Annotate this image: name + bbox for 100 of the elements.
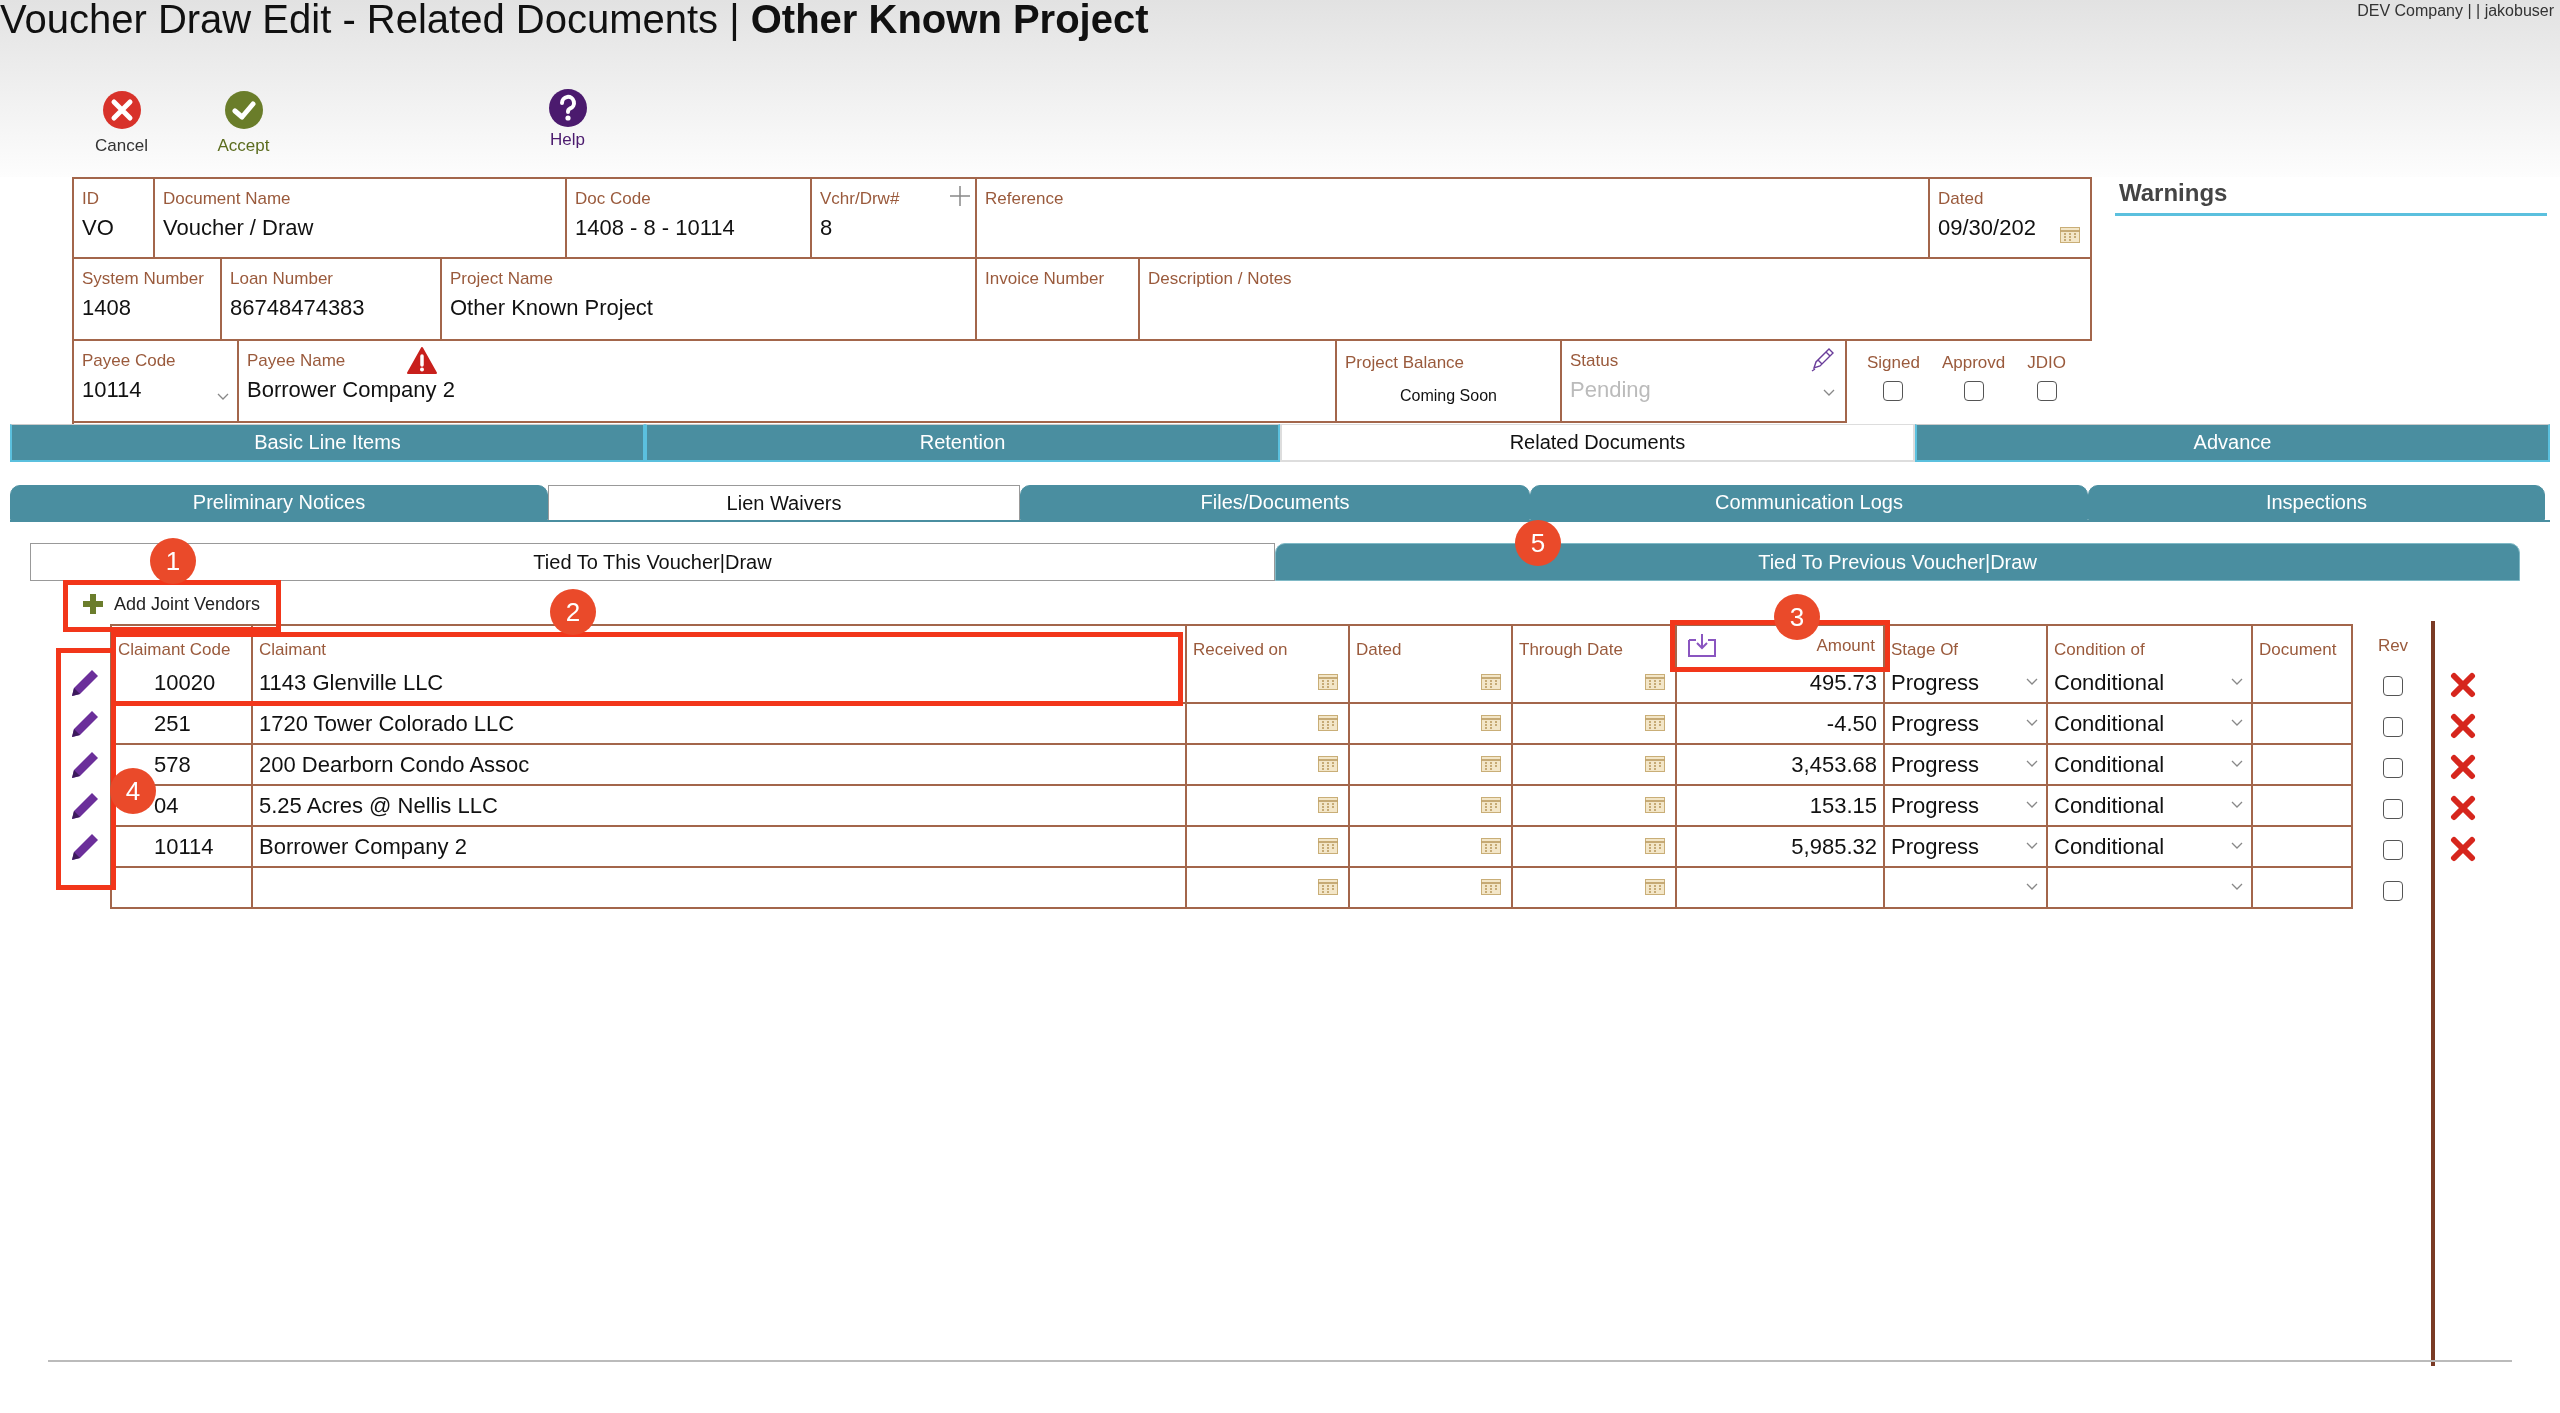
- calendar-icon: [1481, 756, 1501, 772]
- column-header: Document: [2259, 640, 2337, 660]
- field-value[interactable]: VO: [82, 215, 114, 241]
- dropdown[interactable]: Stage Of Progress: [1885, 624, 2048, 704]
- dropdown[interactable]: Condition of Conditional: [2048, 624, 2253, 704]
- help-button[interactable]: Help: [530, 88, 605, 150]
- date-field[interactable]: [1513, 745, 1677, 786]
- dropdown[interactable]: Progress: [1885, 704, 2048, 745]
- date-field[interactable]: [1350, 704, 1513, 745]
- field-value[interactable]: Voucher / Draw: [163, 215, 314, 241]
- calendar-icon: [1318, 674, 1338, 690]
- date-field[interactable]: [1187, 704, 1350, 745]
- dropdown[interactable]: Conditional: [2048, 745, 2253, 786]
- checkbox[interactable]: [1883, 381, 1904, 401]
- table-cell-text: 04: [154, 793, 180, 819]
- tab[interactable]: Retention: [645, 424, 1280, 462]
- checkbox[interactable]: [2383, 676, 2403, 696]
- field-value[interactable]: Borrower Company 2: [247, 377, 455, 403]
- checkbox-label: JDIO: [2027, 353, 2066, 373]
- date-field[interactable]: [1187, 868, 1350, 909]
- tab[interactable]: Lien Waivers: [548, 485, 1020, 520]
- checkbox[interactable]: [2383, 840, 2403, 860]
- checkbox[interactable]: [1963, 381, 1984, 401]
- field-label: Doc Code: [575, 189, 651, 209]
- chevron-icon: [2026, 883, 2038, 891]
- date-field[interactable]: [1513, 704, 1677, 745]
- field-label: Dated: [1938, 189, 1984, 209]
- field-label: Vchr/Drw#: [820, 189, 900, 209]
- column-header: Received on: [1193, 640, 1288, 660]
- field-value[interactable]: 8: [820, 215, 833, 241]
- checkbox[interactable]: [2383, 881, 2403, 901]
- date-field[interactable]: Received on: [1187, 624, 1350, 704]
- date-field[interactable]: [1187, 827, 1350, 868]
- calendar-icon: [1318, 879, 1338, 895]
- date-field[interactable]: [1350, 868, 1513, 909]
- field-label: Document Name: [163, 189, 291, 209]
- warning-icon: [407, 347, 437, 374]
- checkbox[interactable]: [2383, 758, 2403, 778]
- tab[interactable]: Inspections: [2088, 485, 2545, 520]
- date-field[interactable]: [1187, 745, 1350, 786]
- table-cell-text: 200 Dearborn Condo Assoc: [259, 752, 531, 778]
- tab[interactable]: Files/Documents: [1020, 485, 1530, 520]
- delete-button[interactable]: [2450, 836, 2476, 862]
- date-field[interactable]: [1513, 868, 1677, 909]
- dropdown[interactable]: [2048, 868, 2253, 909]
- checkbox[interactable]: [2036, 381, 2057, 401]
- dropdown[interactable]: [1885, 868, 2048, 909]
- date-field[interactable]: [1350, 827, 1513, 868]
- dropdown[interactable]: Progress: [1885, 827, 2048, 868]
- date-field[interactable]: [1513, 827, 1677, 868]
- delete-button[interactable]: [2450, 672, 2476, 698]
- column-header: Stage Of: [1891, 640, 1959, 660]
- dropdown[interactable]: Conditional: [2048, 827, 2253, 868]
- tab[interactable]: Related Documents: [1280, 424, 1915, 462]
- date-field[interactable]: [1350, 786, 1513, 827]
- column-header: Rev: [2377, 636, 2409, 656]
- field-label: Project Name: [450, 269, 553, 289]
- checkbox-label: Approvd: [1941, 353, 2006, 373]
- checkbox[interactable]: [2383, 717, 2403, 737]
- delete-button[interactable]: [2450, 713, 2476, 739]
- dropdown[interactable]: Conditional: [2048, 704, 2253, 745]
- add-joint-vendors-button[interactable]: Add Joint Vendors: [82, 589, 261, 619]
- field-value[interactable]: 1408 - 8 - 10114: [575, 215, 735, 241]
- cancel-button[interactable]: Cancel: [84, 90, 159, 156]
- table-cell-text: 5.25 Acres @ Nellis LLC: [259, 793, 499, 819]
- field-value[interactable]: 10114: [82, 377, 142, 403]
- chevron-icon: [2026, 842, 2038, 850]
- field-label: Payee Name: [247, 351, 346, 371]
- table-cell-text: 578: [154, 752, 192, 778]
- page-title: Voucher Draw Edit - Related Documents | Other Known Project: [0, 0, 1149, 43]
- table-cell-text: 251: [154, 711, 192, 737]
- tab[interactable]: Advance: [1915, 424, 2550, 462]
- date-field[interactable]: [1513, 786, 1677, 827]
- date-field[interactable]: Dated: [1350, 624, 1513, 704]
- checkbox[interactable]: [2383, 799, 2403, 819]
- tab[interactable]: Communication Logs: [1530, 485, 2088, 520]
- field-value[interactable]: Other Known Project: [450, 295, 653, 321]
- field-value[interactable]: 1408: [82, 295, 131, 321]
- dropdown[interactable]: Progress: [1885, 745, 2048, 786]
- field-label: Project Balance: [1345, 353, 1465, 373]
- tab[interactable]: Basic Line Items: [10, 424, 645, 462]
- chevron-icon: [217, 393, 229, 401]
- tab[interactable]: Preliminary Notices: [10, 485, 548, 520]
- field-note: Coming Soon: [1400, 387, 1497, 405]
- date-field[interactable]: Through Date: [1513, 624, 1677, 704]
- table-cell-text: Borrower Company 2: [259, 834, 468, 860]
- delete-button[interactable]: [2450, 795, 2476, 821]
- date-field[interactable]: [1350, 745, 1513, 786]
- field-value[interactable]: 09/30/202: [1938, 215, 2036, 241]
- dropdown[interactable]: Progress: [1885, 786, 2048, 827]
- date-field[interactable]: [1187, 786, 1350, 827]
- callout-badge: 3: [1774, 594, 1820, 640]
- calendar-icon: [1645, 715, 1665, 731]
- delete-icon: [2450, 795, 2476, 821]
- field-value[interactable]: 86748474383: [230, 295, 365, 321]
- delete-button[interactable]: [2450, 754, 2476, 780]
- plus-icon: [82, 593, 104, 615]
- accept-button[interactable]: Accept: [206, 90, 281, 156]
- dropdown[interactable]: Conditional: [2048, 786, 2253, 827]
- chevron-icon: [2026, 719, 2038, 727]
